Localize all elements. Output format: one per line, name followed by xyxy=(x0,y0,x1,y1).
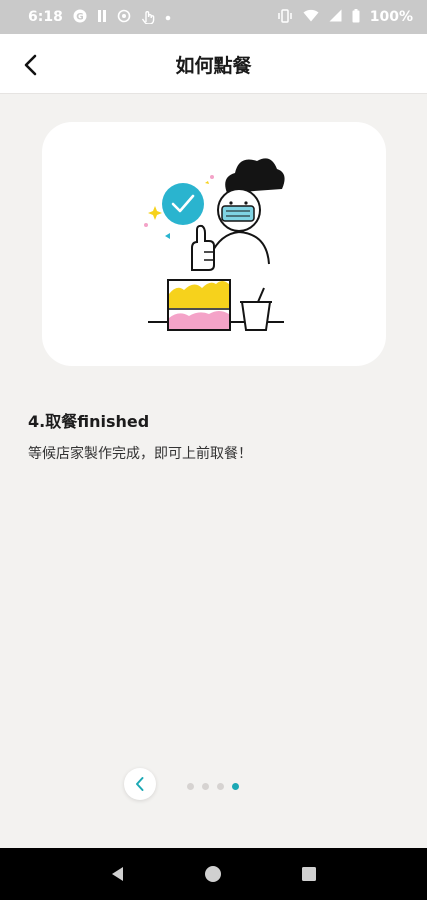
drink-cup xyxy=(240,287,272,331)
page-title: 如何點餐 xyxy=(175,54,252,77)
status-time: 6:18 xyxy=(28,9,63,25)
nav-recents-button[interactable] xyxy=(295,860,323,888)
circle-home-icon xyxy=(205,866,222,882)
back-button[interactable] xyxy=(14,48,48,82)
gesture-notification-icon xyxy=(141,8,155,27)
app-root: 6:18 G 100% 如何點餐 4.取餐finished 等候店家製作完成，即… xyxy=(0,0,427,900)
chevron-left-icon xyxy=(136,777,144,791)
status-right: 100% xyxy=(277,8,413,26)
face-mask xyxy=(221,205,255,222)
chef-serving-illustration xyxy=(144,158,285,331)
app-notification-icon: G xyxy=(73,9,87,26)
chef-hat xyxy=(225,158,285,193)
nav-back-button[interactable] xyxy=(104,860,132,888)
page-indicator xyxy=(187,783,239,790)
previous-step-button[interactable] xyxy=(124,768,156,800)
pause-notification-icon xyxy=(97,9,107,26)
page-dot-3[interactable] xyxy=(217,783,224,790)
battery-icon xyxy=(352,8,360,26)
cell-signal-icon xyxy=(329,9,342,25)
battery-percent: 100% xyxy=(369,9,413,25)
page-dot-1[interactable] xyxy=(187,783,194,790)
page-dot-2[interactable] xyxy=(202,783,209,790)
wifi-icon xyxy=(303,9,319,25)
app-bar: 如何點餐 xyxy=(0,34,427,94)
square-recents-icon xyxy=(302,867,317,881)
nav-home-button[interactable] xyxy=(199,860,227,888)
location-notification-icon xyxy=(117,9,131,26)
food-box xyxy=(167,279,231,331)
vibrate-icon xyxy=(277,8,293,26)
illustration-card xyxy=(42,122,386,366)
check-circle-icon xyxy=(162,183,204,225)
chevron-left-icon xyxy=(24,54,37,76)
system-nav-bar xyxy=(0,848,427,900)
status-bar: 6:18 G 100% xyxy=(0,0,427,34)
more-notifications-dot-icon xyxy=(165,11,171,24)
step-title: 4.取餐finished xyxy=(28,412,150,431)
status-left: 6:18 G xyxy=(28,8,171,27)
thumbs-up-hand xyxy=(191,224,215,271)
step-description: 等候店家製作完成，即可上前取餐！ xyxy=(28,446,252,462)
triangle-back-icon xyxy=(111,867,123,881)
page-dot-4-active[interactable] xyxy=(232,783,239,790)
svg-text:G: G xyxy=(76,12,83,22)
